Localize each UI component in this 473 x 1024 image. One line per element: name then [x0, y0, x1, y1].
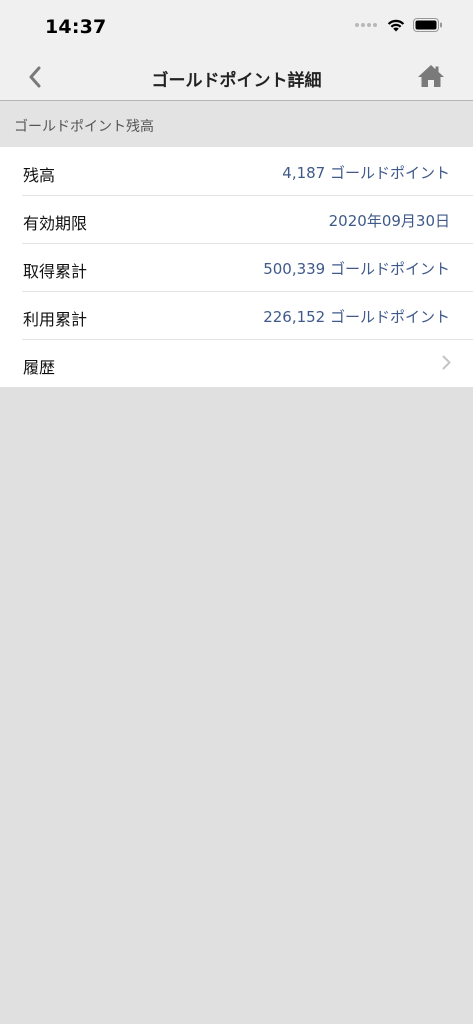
- row-earned-total: 取得累計 500,339 ゴールドポイント: [0, 243, 473, 291]
- row-balance: 残高 4,187 ゴールドポイント: [0, 147, 473, 195]
- cellular-signal-icon: [355, 23, 379, 27]
- page-title: ゴールドポイント詳細: [151, 71, 322, 91]
- row-label: 残高: [23, 166, 56, 185]
- section-header-label: ゴールドポイント残高: [14, 119, 154, 135]
- row-value: 500,339 ゴールドポイント: [263, 260, 450, 278]
- row-expiry: 有効期限 2020年09月30日: [0, 195, 473, 243]
- battery-icon: [413, 18, 442, 32]
- row-label: 履歴: [23, 358, 56, 377]
- back-button[interactable]: [18, 62, 52, 92]
- wifi-icon: [387, 19, 405, 32]
- points-detail-table: 残高 4,187 ゴールドポイント 有効期限 2020年09月30日 取得累計 …: [0, 147, 473, 387]
- status-time: 14:37: [45, 16, 107, 38]
- status-bar: 14:37: [0, 0, 473, 52]
- row-label: 有効期限: [23, 214, 88, 233]
- row-label: 取得累計: [23, 262, 88, 281]
- row-label: 利用累計: [23, 310, 88, 329]
- section-header: ゴールドポイント残高: [0, 101, 473, 147]
- chevron-left-icon: [29, 66, 41, 88]
- row-value: 226,152 ゴールドポイント: [263, 308, 450, 326]
- home-button[interactable]: [415, 61, 447, 91]
- row-history[interactable]: 履歴: [0, 339, 473, 387]
- home-icon: [418, 65, 444, 87]
- row-used-total: 利用累計 226,152 ゴールドポイント: [0, 291, 473, 339]
- row-value: 2020年09月30日: [328, 212, 450, 230]
- navigation-bar: ゴールドポイント詳細: [0, 52, 473, 101]
- status-icons: [355, 18, 443, 32]
- chevron-right-icon: [442, 355, 451, 370]
- row-value: 4,187 ゴールドポイント: [282, 164, 450, 182]
